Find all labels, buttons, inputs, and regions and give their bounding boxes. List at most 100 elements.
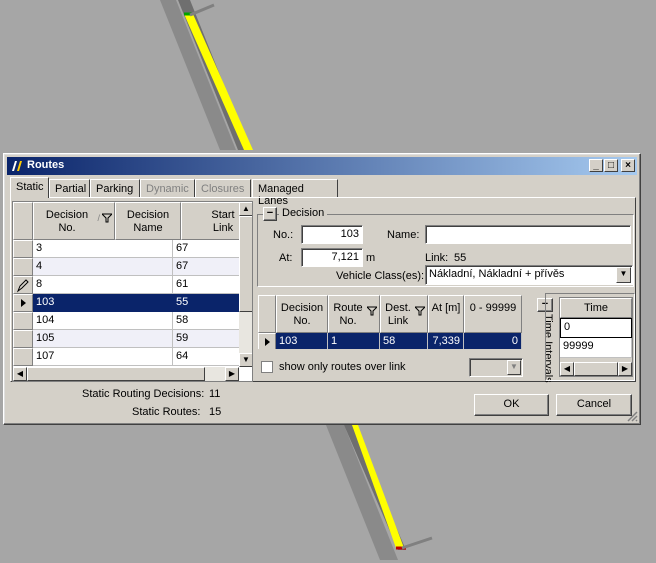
scroll-right-button[interactable]: ▶ [618, 362, 632, 376]
at-unit: m [366, 252, 376, 264]
col-decision-no[interactable]: Decision No. / [33, 202, 115, 240]
col-start-link[interactable]: Start Link [181, 202, 241, 240]
filter-icon[interactable] [367, 306, 377, 316]
chevron-down-icon: ▼ [619, 269, 628, 278]
start-link-cell[interactable]: 58 [173, 312, 241, 330]
link-filter-dropdown-button[interactable]: ▼ [507, 360, 521, 375]
decision-no-cell[interactable]: 8 [33, 276, 173, 294]
cancel-button[interactable]: Cancel [556, 394, 632, 416]
time-from-cell[interactable]: 0 [560, 318, 632, 338]
scroll-thumb[interactable] [574, 362, 618, 376]
scroll-left-button[interactable]: ◀ [13, 367, 27, 381]
scroll-down-button[interactable]: ▼ [239, 353, 252, 367]
link-label: Link: [425, 252, 449, 264]
start-link-cell[interactable]: 64 [173, 348, 241, 366]
time-to-cell[interactable]: 99999 [560, 338, 632, 358]
filter-icon[interactable] [102, 213, 112, 223]
decision-no-input[interactable]: 103 [301, 225, 363, 244]
col-interval-0-99999[interactable]: 0 - 99999 [464, 295, 522, 333]
arrow-up-icon: ▲ [242, 204, 250, 213]
ok-button[interactable]: OK [474, 394, 549, 416]
table-row[interactable]: 4 67 [13, 258, 241, 276]
vertical-scrollbar[interactable]: ▲ ▼ [239, 202, 252, 367]
col-time[interactable]: Time [560, 298, 632, 318]
maximize-icon: □ [607, 160, 615, 171]
table-row[interactable]: 3 67 [13, 240, 241, 258]
row-selector[interactable] [258, 333, 276, 349]
scroll-thumb[interactable] [239, 216, 252, 312]
decision-name-input[interactable] [425, 225, 631, 244]
table-row[interactable]: 104 58 [13, 312, 241, 330]
decision-no-cell[interactable]: 104 [33, 312, 173, 330]
flow-cell[interactable]: 0 [464, 333, 522, 349]
arrow-left-icon: ◀ [16, 369, 24, 378]
decision-no-cell[interactable]: 3 [33, 240, 173, 258]
time-horizontal-scrollbar[interactable]: ◀ ▶ [560, 362, 632, 376]
row-selector[interactable] [13, 330, 33, 348]
static-decisions-count: 11 [209, 388, 221, 400]
resize-grip-icon[interactable] [626, 410, 638, 422]
minimize-button[interactable]: _ [589, 159, 603, 172]
close-button[interactable]: × [621, 159, 635, 172]
start-link-cell[interactable]: 67 [173, 240, 241, 258]
start-link-cell[interactable]: 59 [173, 330, 241, 348]
start-link-cell[interactable]: 61 [173, 276, 241, 294]
col-decision-name[interactable]: Decision Name [115, 202, 181, 240]
decision-no-cell[interactable]: 103 [33, 294, 173, 312]
static-routes-count: 15 [209, 406, 222, 418]
route-decision-cell[interactable]: 103 [276, 333, 328, 349]
col-at-m[interactable]: At [m] [428, 295, 464, 333]
filter-icon[interactable] [415, 306, 425, 316]
scroll-left-button[interactable]: ◀ [560, 362, 574, 376]
decision-no-cell[interactable]: 107 [33, 348, 173, 366]
vehicle-class-select[interactable]: Nákladní, Nákladní + přívěs ▼ [425, 265, 633, 285]
tab-managed-lanes[interactable]: Managed Lanes [252, 179, 338, 207]
row-selector[interactable] [13, 276, 33, 294]
route-no-cell[interactable]: 1 [328, 333, 380, 349]
vehicle-class-dropdown-button[interactable]: ▼ [616, 267, 631, 283]
col-dest-link[interactable]: Dest. Link [380, 295, 428, 333]
link-value: 55 [454, 252, 467, 264]
show-only-routes-checkbox[interactable] [261, 361, 273, 373]
current-row-arrow-icon [265, 338, 270, 346]
row-selector[interactable] [13, 294, 33, 312]
at-label: At: [279, 252, 293, 264]
tab-partial[interactable]: Partial [49, 179, 90, 197]
start-link-cell[interactable]: 67 [173, 258, 241, 276]
start-link-cell[interactable]: 55 [173, 294, 241, 312]
static-routes-label: Static Routes: [132, 406, 201, 418]
scroll-thumb[interactable] [27, 367, 205, 381]
tab-static[interactable]: Static [10, 177, 49, 198]
tab-dynamic[interactable]: Dynamic [140, 179, 195, 197]
horizontal-scrollbar[interactable]: ◀ ▶ [13, 367, 239, 381]
decision-no-cell[interactable]: 105 [33, 330, 173, 348]
decision-no-cell[interactable]: 4 [33, 258, 173, 276]
window-title: Routes [27, 159, 65, 171]
title-bar[interactable]: Routes _ □ × [7, 157, 637, 175]
table-row[interactable]: 107 64 [13, 348, 241, 366]
table-row[interactable]: 8 61 [13, 276, 241, 294]
collapse-decision-button[interactable]: − [263, 207, 277, 221]
row-selector[interactable] [13, 312, 33, 330]
show-only-routes-checkbox-row[interactable]: show only routes over link [261, 360, 461, 376]
link-filter-select[interactable]: ▼ [469, 358, 523, 377]
scroll-right-button[interactable]: ▶ [225, 367, 239, 381]
scroll-up-button[interactable]: ▲ [239, 202, 252, 216]
col-route-decision-no[interactable]: Decision No. [276, 295, 328, 333]
at-cell[interactable]: 7,339 [428, 333, 464, 349]
tab-closures[interactable]: Closures [195, 179, 251, 197]
decisions-grid: Decision No. / Decision Name Start Link … [12, 201, 253, 382]
pencil-icon [16, 279, 29, 293]
row-selector[interactable] [13, 348, 33, 366]
table-row-selected[interactable]: 103 55 [13, 294, 241, 312]
tab-parking[interactable]: Parking [90, 179, 140, 197]
sort-icon: / [97, 213, 100, 223]
row-selector[interactable] [13, 258, 33, 276]
table-row-selected[interactable]: 103 1 58 7,339 0 [258, 333, 522, 349]
table-row[interactable]: 105 59 [13, 330, 241, 348]
row-selector[interactable] [13, 240, 33, 258]
dest-link-cell[interactable]: 58 [380, 333, 428, 349]
decision-at-input[interactable]: 7,121 [301, 248, 363, 267]
maximize-button[interactable]: □ [604, 159, 618, 172]
col-route-no[interactable]: Route No. [328, 295, 380, 333]
